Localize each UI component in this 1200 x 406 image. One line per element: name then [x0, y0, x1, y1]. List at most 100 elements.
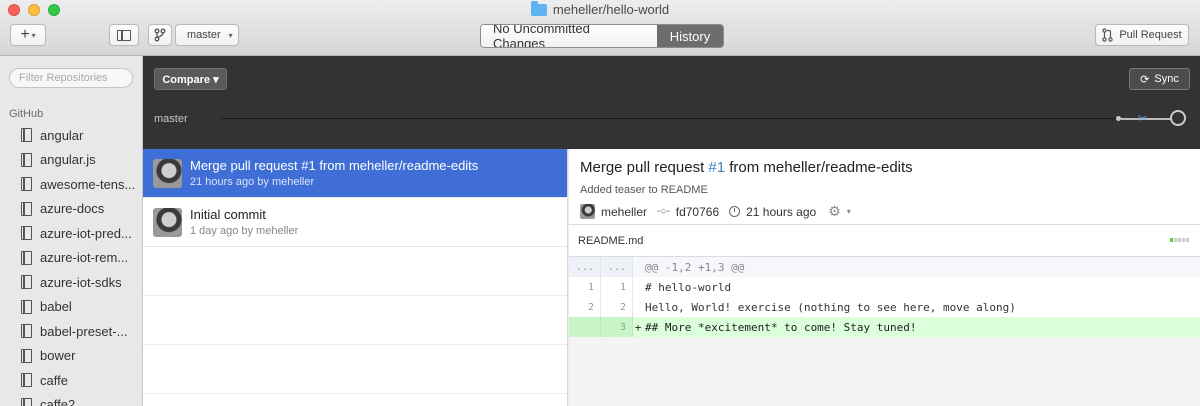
repo-label: angular	[40, 127, 84, 143]
gear-icon[interactable]: ⚙	[828, 203, 841, 220]
repo-item-caffe[interactable]: caffe	[0, 368, 142, 393]
add-repository-button[interactable]: + ▾	[10, 24, 46, 46]
branch-selector-label: master	[187, 29, 221, 41]
commit-detail-header: Merge pull request #1 from meheller/read…	[569, 149, 1200, 225]
repo-icon	[21, 275, 32, 290]
diff-hunk-header: ... ... @@ -1,2 +1,3 @@	[569, 257, 1200, 277]
repo-icon	[21, 177, 32, 192]
avatar	[153, 158, 182, 188]
title-text: from meheller/readme-edits	[725, 159, 913, 176]
chevron-down-icon[interactable]: ▾	[847, 207, 851, 216]
repo-item-azure-docs[interactable]: azure-docs	[0, 197, 142, 222]
create-branch-button[interactable]	[148, 24, 172, 46]
commit-detail: Merge pull request #1 from meheller/read…	[569, 149, 1200, 406]
commit-title: Merge pull request #1 from meheller/read…	[190, 158, 479, 173]
repo-label: babel	[40, 299, 72, 315]
commit-detail-title: Merge pull request #1 from meheller/read…	[580, 159, 1200, 176]
tab-history[interactable]: History	[657, 25, 723, 47]
new-line-number: 2	[601, 297, 633, 317]
filter-repositories-input[interactable]: Filter Repositories	[9, 68, 133, 88]
repo-label: azure-iot-sdks	[40, 274, 122, 290]
commit-row[interactable]: Merge pull request #1 from meheller/read…	[143, 149, 567, 198]
timeline-head-node[interactable]	[1170, 110, 1186, 126]
repo-label: azure-docs	[40, 201, 105, 217]
timeline-branch-label: master	[154, 113, 188, 125]
diff-code: Hello, World! exercise (nothing to see h…	[645, 300, 1016, 314]
timeline-commit-dot[interactable]	[1116, 116, 1121, 121]
commit-row[interactable]: Initial commit 1 day ago by meheller	[143, 198, 567, 247]
diff-line[interactable]: 1 1 # hello-world	[569, 277, 1200, 297]
diff-file-header[interactable]: README.md	[569, 225, 1200, 257]
repo-icon	[21, 324, 32, 339]
diff-marker: +	[634, 320, 642, 334]
repo-label: babel-preset-...	[40, 323, 128, 339]
commit-sha[interactable]: fd70766	[676, 205, 719, 219]
commit-meta-bar: meheller -○- fd70766 21 hours ago ⚙ ▾	[580, 203, 1200, 220]
sync-label: Sync	[1154, 73, 1179, 85]
repo-item-awesome-tensorflow[interactable]: awesome-tens...	[0, 172, 142, 197]
old-line-number: ...	[569, 257, 601, 277]
repo-label: azure-iot-rem...	[40, 250, 129, 266]
toggle-sidebar-button[interactable]	[109, 24, 139, 46]
repo-icon	[21, 128, 32, 143]
diff-file-name: README.md	[578, 234, 644, 247]
branch-icon	[154, 28, 166, 42]
empty-list-row	[143, 247, 567, 296]
repo-icon	[21, 152, 32, 167]
repo-item-angular[interactable]: angular	[0, 123, 142, 148]
diff-line-added[interactable]: 3 + ## More *excitement* to come! Stay t…	[569, 317, 1200, 337]
plus-icon: +	[20, 26, 30, 43]
repo-label: caffe	[40, 372, 68, 388]
commit-title: Initial commit	[190, 207, 266, 222]
repo-label: bower	[40, 348, 76, 364]
pull-request-button[interactable]: Pull Request	[1095, 24, 1189, 46]
repo-icon	[21, 397, 32, 406]
sync-button[interactable]: ⟳ Sync	[1129, 68, 1190, 90]
window-title-text: meheller/hello-world	[552, 2, 670, 17]
empty-list-row	[143, 345, 567, 394]
repo-item-azure-iot-rem[interactable]: azure-iot-rem...	[0, 246, 142, 271]
diff-code: # hello-world	[645, 280, 732, 294]
old-line-number: 1	[569, 277, 601, 297]
repo-label: angular.js	[40, 152, 96, 168]
timeline-scrubber-icon[interactable]: ✂	[1138, 112, 1147, 125]
tab-changes[interactable]: No Uncommitted Changes	[481, 25, 657, 47]
commit-meta: 21 hours ago by meheller	[190, 176, 315, 188]
avatar	[580, 204, 595, 219]
diff-line[interactable]: 2 2 Hello, World! exercise (nothing to s…	[569, 297, 1200, 317]
pull-request-link[interactable]: #1	[708, 159, 725, 176]
repo-icon	[21, 226, 32, 241]
diff-view: ... ... @@ -1,2 +1,3 @@ 1 1 # hello-worl…	[569, 257, 1200, 337]
repo-item-babel[interactable]: babel	[0, 295, 142, 320]
commit-meta: 1 day ago by meheller	[190, 225, 299, 237]
sync-icon: ⟳	[1140, 73, 1150, 86]
repo-item-azure-iot-sdks[interactable]: azure-iot-sdks	[0, 270, 142, 295]
compare-button[interactable]: Compare ▾	[154, 68, 227, 90]
diff-code: @@ -1,2 +1,3 @@	[645, 260, 745, 274]
branch-selector[interactable]: master ▾	[175, 24, 239, 46]
repo-icon	[21, 201, 32, 216]
repo-item-caffe2[interactable]: caffe2	[0, 393, 142, 406]
new-line-number: ...	[601, 257, 633, 277]
commit-author: meheller	[601, 204, 648, 219]
repo-label: azure-iot-pred...	[40, 225, 132, 241]
repo-item-bower[interactable]: bower	[0, 344, 142, 369]
repo-icon	[21, 299, 32, 314]
empty-list-row	[143, 296, 567, 345]
chevron-down-icon: ▾	[228, 30, 233, 40]
old-line-number	[569, 317, 601, 337]
repo-label: awesome-tens...	[40, 176, 136, 192]
commit-icon: -○-	[657, 206, 670, 217]
commit-time: 21 hours ago	[746, 204, 817, 219]
clock-icon	[729, 206, 741, 217]
title-bar: meheller/hello-world + ▾ master ▾ No Unc…	[0, 0, 1200, 56]
repo-item-azure-iot-pred[interactable]: azure-iot-pred...	[0, 221, 142, 246]
repo-item-angularjs[interactable]: angular.js	[0, 148, 142, 173]
window-title: meheller/hello-world	[0, 0, 1200, 17]
old-line-number: 2	[569, 297, 601, 317]
repo-icon	[21, 373, 32, 388]
commit-description: Added teaser to README	[580, 184, 708, 196]
repository-list: angular angular.js awesome-tens... azure…	[0, 123, 142, 406]
new-line-number: 3	[601, 317, 633, 337]
repo-item-babel-preset[interactable]: babel-preset-...	[0, 319, 142, 344]
